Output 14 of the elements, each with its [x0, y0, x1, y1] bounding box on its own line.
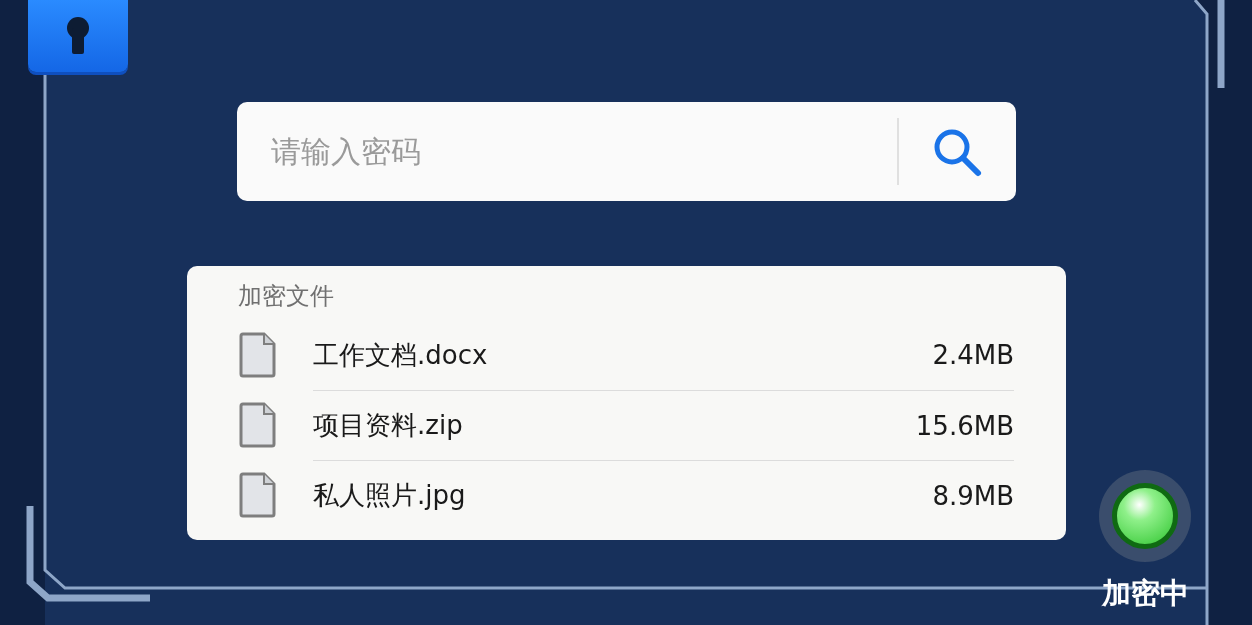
file-icon [238, 472, 276, 518]
password-field[interactable]: 请输入密码 [237, 102, 897, 201]
file-size: 8.9MB [932, 480, 1014, 511]
lock-badge-icon [28, 0, 128, 72]
file-name[interactable]: 工作文档.docx [313, 337, 488, 373]
file-icon [238, 402, 276, 448]
file-size: 2.4MB [932, 340, 1014, 370]
file-icon [238, 332, 276, 378]
file-name[interactable]: 项目资料.zip [313, 408, 463, 443]
file-size: 15.6MB [915, 410, 1014, 441]
search-button[interactable] [897, 102, 1016, 201]
card-title: 加密文件 [238, 282, 335, 310]
status-label: 加密中 [1101, 575, 1189, 612]
file-name[interactable]: 私人照片.jpg [313, 478, 466, 513]
